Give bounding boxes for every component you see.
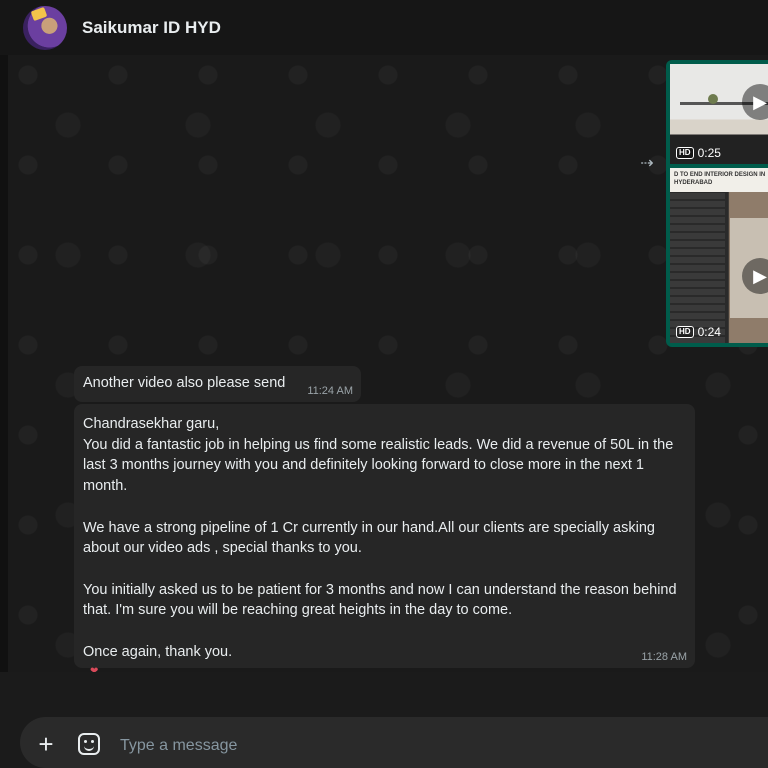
message-paragraph: Once again, thank you. <box>83 643 233 660</box>
video-thumbnail[interactable]: D TO END INTERIOR DESIGN IN HYDERABAD ▶ … <box>670 168 768 343</box>
thumbnail-bricks <box>670 192 725 343</box>
video-meta: HD 0:24 <box>676 325 721 339</box>
chat-area: ⇢ ▶ HD 0:25 D TO END INTERIOR DESIGN IN … <box>8 55 768 672</box>
incoming-message[interactable]: Another video also please send 11:24 AM <box>74 366 361 402</box>
greeting-line: Chandrasekhar garu, <box>83 416 220 432</box>
message-time: 11:24 AM <box>307 385 353 397</box>
message-text: Another video also please send <box>83 375 286 391</box>
plus-icon[interactable]: + <box>35 731 57 757</box>
forward-icon[interactable]: ⇢ <box>636 156 658 172</box>
message-paragraph: You initially asked us to be patient for… <box>83 581 677 619</box>
video-meta: HD 0:25 <box>676 146 721 160</box>
avatar[interactable] <box>23 5 67 50</box>
contact-name[interactable]: Saikumar ID HYD <box>82 18 221 38</box>
thumbnail-banner: D TO END INTERIOR DESIGN IN HYDERABAD <box>670 168 768 192</box>
sticker-icon[interactable] <box>78 733 100 755</box>
video-duration: 0:25 <box>697 146 721 160</box>
hd-badge: HD <box>676 147 694 159</box>
message-line: Chandrasekhar garu, You did a fantastic … <box>83 414 688 497</box>
message-paragraph: You did a fantastic job in helping us fi… <box>83 436 674 495</box>
left-rail <box>0 55 8 768</box>
sticker-icon-mouth <box>84 745 94 751</box>
message-body: Chandrasekhar garu, You did a fantastic … <box>83 414 688 662</box>
video-thumbnail[interactable]: ▶ HD 0:25 <box>670 64 768 164</box>
message-paragraph: We have a strong pipeline of 1 Cr curren… <box>83 519 655 557</box>
thumbnail-plant <box>708 94 718 104</box>
play-icon[interactable]: ▶ <box>742 84 768 120</box>
message-time: 11:28 AM <box>641 651 687 663</box>
video-album-message[interactable]: ▶ HD 0:25 D TO END INTERIOR DESIGN IN HY… <box>666 60 768 347</box>
video-duration: 0:24 <box>697 325 721 339</box>
incoming-message[interactable]: Chandrasekhar garu, You did a fantastic … <box>74 404 695 668</box>
chat-header: Saikumar ID HYD <box>0 0 768 55</box>
hd-badge: HD <box>676 326 694 338</box>
message-input[interactable] <box>118 733 722 759</box>
thumbnail-text: D TO END INTERIOR DESIGN IN HYDERABAD <box>674 172 766 186</box>
